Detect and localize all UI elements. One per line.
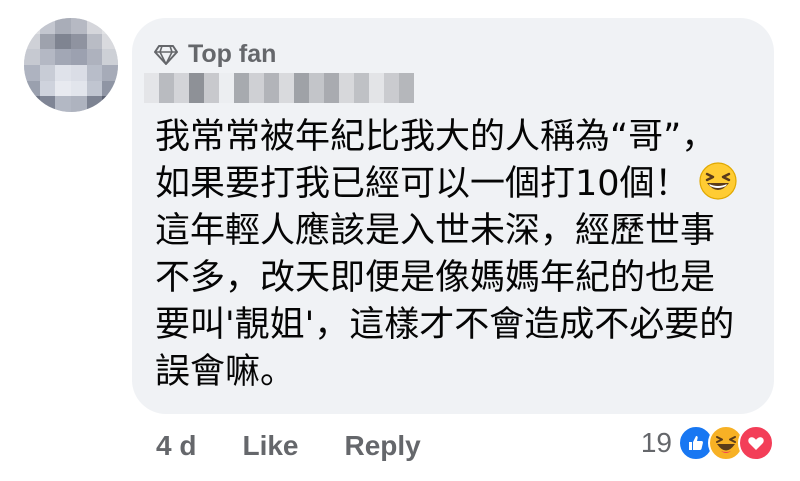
comment-line: 不多，改天即便是像媽媽年紀的也是 bbox=[155, 258, 716, 298]
comment-bubble: Top fan 我常常被年紀比我大的人稱為“哥”， 如果要打我已經可以一個打10… bbox=[132, 18, 774, 414]
comment-line: 我常常被年紀比我大的人稱為“哥”， bbox=[155, 117, 717, 157]
comment-text: 我常常被年紀比我大的人稱為“哥”， 如果要打我已經可以一個打10個！ 這年輕人應… bbox=[155, 114, 755, 396]
comment-line: 如果要打我已經可以一個打10個！ bbox=[155, 164, 690, 204]
comment-line: 這年輕人應該是入世未深，經歷世事 bbox=[155, 211, 716, 251]
comment-line: 誤會嘛。 bbox=[155, 352, 296, 392]
comment-actions: 4 d Like Reply bbox=[156, 430, 421, 462]
comment-screen: Top fan 我常常被年紀比我大的人稱為“哥”， 如果要打我已經可以一個打10… bbox=[0, 0, 800, 481]
timestamp-link[interactable]: 4 d bbox=[156, 430, 196, 462]
badge-label: Top fan bbox=[188, 40, 277, 68]
love-reaction-icon bbox=[738, 425, 774, 461]
diamond-icon bbox=[154, 44, 178, 66]
reply-button[interactable]: Reply bbox=[345, 430, 421, 462]
comment-line-with-emoji: 如果要打我已經可以一個打10個！ bbox=[155, 161, 755, 208]
grinning-squinting-face-icon bbox=[698, 161, 738, 201]
top-fan-badge: Top fan bbox=[154, 40, 276, 69]
author-name[interactable] bbox=[144, 73, 414, 103]
reactions-summary[interactable]: 19 bbox=[641, 425, 774, 461]
reaction-icons bbox=[678, 425, 774, 461]
like-button[interactable]: Like bbox=[242, 430, 298, 462]
comment-line: 要叫'靚姐'，這樣才不會造成不必要的 bbox=[155, 305, 735, 345]
reaction-count: 19 bbox=[640, 427, 672, 458]
avatar[interactable] bbox=[24, 18, 118, 112]
